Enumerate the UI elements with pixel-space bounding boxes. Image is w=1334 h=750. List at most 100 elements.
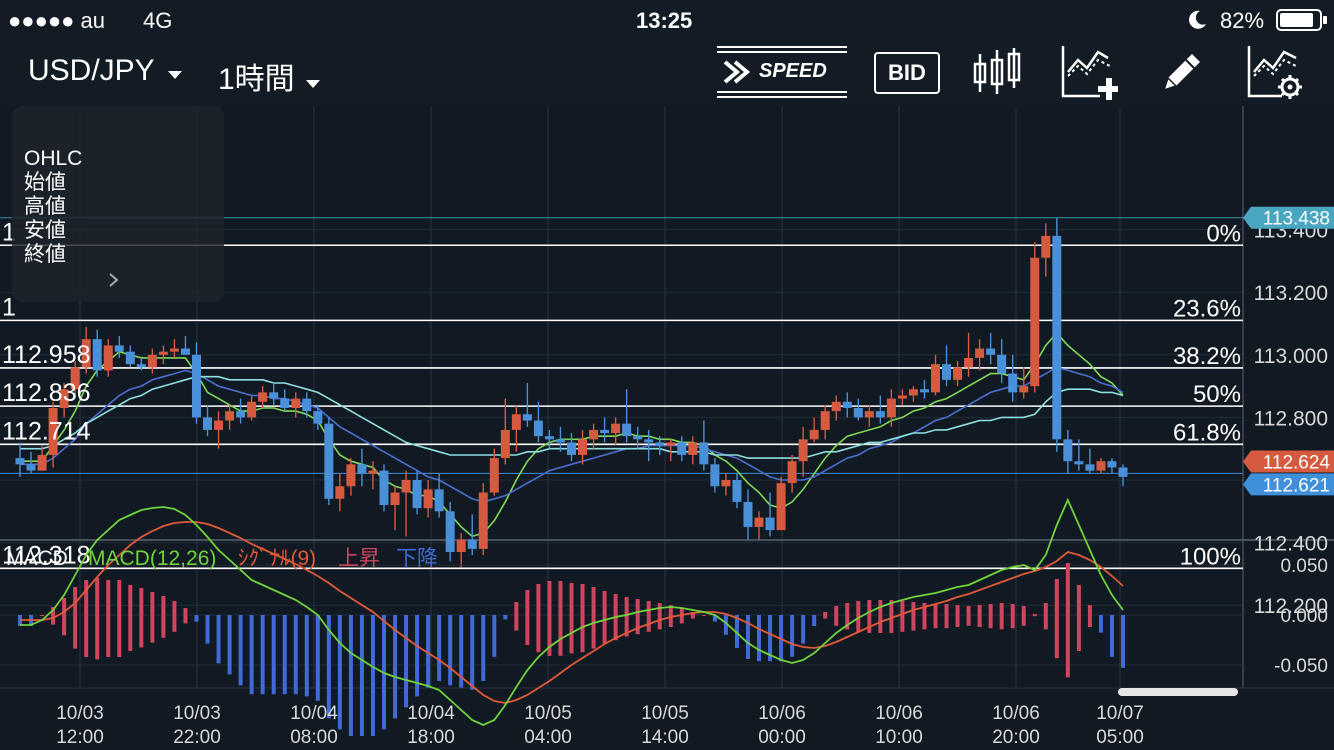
currency-pair-selector[interactable]: USD/JPY [28, 54, 183, 88]
candle [743, 489, 753, 540]
macd-histogram-bar [1087, 605, 1092, 627]
macd-histogram-bar [657, 603, 662, 630]
macd-histogram-bar [790, 615, 795, 657]
macd-legend-hist_down: 下降 [396, 547, 438, 570]
fib-level-label: 23.6% [1173, 295, 1241, 322]
candle [500, 398, 510, 465]
chart-toolbar: USD/JPY 1時間 SPEED BID [0, 40, 1334, 106]
candle-icon[interactable] [972, 46, 1022, 98]
candle [809, 417, 819, 443]
fib-level-label: 0% [1206, 220, 1241, 247]
macd-histogram-bar [624, 597, 629, 637]
macd-histogram-bar [348, 615, 353, 736]
ohlc-high: 高値 [24, 195, 66, 218]
candle-body [809, 429, 819, 440]
macd-histogram-bar [911, 602, 916, 631]
time-axis-date: 10/04 [290, 703, 338, 724]
time-axis-date: 10/06 [875, 703, 923, 724]
candle-body [853, 408, 863, 418]
candle [158, 345, 168, 365]
timeframe-selector[interactable]: 1時間 [218, 54, 321, 98]
candle-body [986, 348, 996, 355]
chart-settings-icon[interactable] [1246, 44, 1304, 100]
candle-body [214, 420, 224, 430]
price-tag-label: 112.621 [1263, 475, 1330, 496]
chevron-right-icon[interactable] [108, 272, 120, 293]
candle-body [765, 517, 775, 531]
macd-histogram-bar [73, 587, 78, 649]
horizontal-scrollbar[interactable] [1118, 688, 1238, 696]
ohlc-panel[interactable]: OHLC 始値 高値 安値 終値 [12, 106, 224, 302]
candle-body [489, 458, 499, 493]
macd-histogram-bar [569, 583, 574, 654]
macd-histogram-bar [602, 591, 607, 644]
macd-histogram-bar [1076, 585, 1081, 651]
candle-body [533, 420, 543, 437]
macd-histogram-bar [481, 615, 486, 681]
candle [578, 429, 588, 465]
candle [26, 451, 36, 474]
candle-body [710, 464, 720, 487]
speed-label: SPEED [759, 60, 827, 82]
macd-histogram-bar [95, 578, 100, 660]
ohlc-open: 始値 [24, 171, 66, 194]
candle-body [886, 398, 896, 418]
macd-histogram-bar [117, 580, 122, 657]
candle-body [280, 398, 290, 409]
macd-histogram-bar [834, 606, 839, 626]
ohlc-low: 安値 [24, 219, 66, 242]
battery-icon [1276, 9, 1328, 31]
candle-body [335, 486, 345, 499]
candle-body [401, 480, 411, 493]
macd-histogram-bar [1043, 603, 1048, 630]
macd-histogram-bar [271, 615, 276, 695]
candle [368, 461, 378, 490]
candle [401, 470, 411, 537]
macd-histogram-bar [194, 615, 199, 622]
candle-body [1074, 461, 1084, 465]
time-axis-date: 10/05 [524, 703, 572, 724]
candle-body [445, 511, 455, 552]
macd-histogram-bar [1054, 579, 1059, 659]
candle-body [600, 429, 610, 434]
candle [765, 492, 775, 537]
time-axis-time: 05:00 [1096, 727, 1144, 748]
ohlc-title: OHLC [24, 147, 83, 170]
macd-histogram-bar [1032, 614, 1037, 617]
left-price-label: 112.958 [2, 341, 91, 369]
candle-body [478, 492, 488, 549]
macd-histogram-bar [933, 604, 938, 629]
macd-histogram-bar [558, 581, 563, 656]
candle [346, 458, 356, 496]
macd-histogram-bar [128, 585, 133, 651]
macd-histogram-bar [183, 608, 188, 624]
macd-histogram-bar [1021, 606, 1026, 626]
add-indicator-icon[interactable] [1060, 44, 1120, 100]
candle-body [964, 357, 974, 368]
candle-body [644, 439, 654, 443]
candle [1063, 429, 1073, 474]
candle [522, 382, 532, 427]
candle [478, 483, 488, 556]
candle-body [930, 364, 940, 393]
candle-body [942, 364, 952, 380]
speed-order-button[interactable]: SPEED [717, 44, 847, 100]
macd-histogram-bar [106, 580, 111, 657]
macd-histogram-bar [315, 615, 320, 701]
macd-histogram-bar [1010, 604, 1015, 629]
candle-body [103, 345, 113, 371]
time-axis-date: 10/04 [407, 703, 455, 724]
candle [1107, 458, 1117, 474]
bid-ask-toggle[interactable]: BID [874, 52, 940, 94]
pencil-icon[interactable] [1158, 48, 1206, 96]
candle [798, 426, 808, 477]
candle-body [997, 354, 1007, 374]
candle [688, 436, 698, 465]
candle [908, 386, 918, 402]
candle-body [1030, 257, 1040, 387]
candle-body [1107, 461, 1117, 468]
candle-body [754, 517, 764, 527]
macd-histogram-bar [62, 598, 67, 636]
fib-level-label: 100% [1180, 543, 1241, 570]
macd-histogram-bar [812, 615, 817, 626]
